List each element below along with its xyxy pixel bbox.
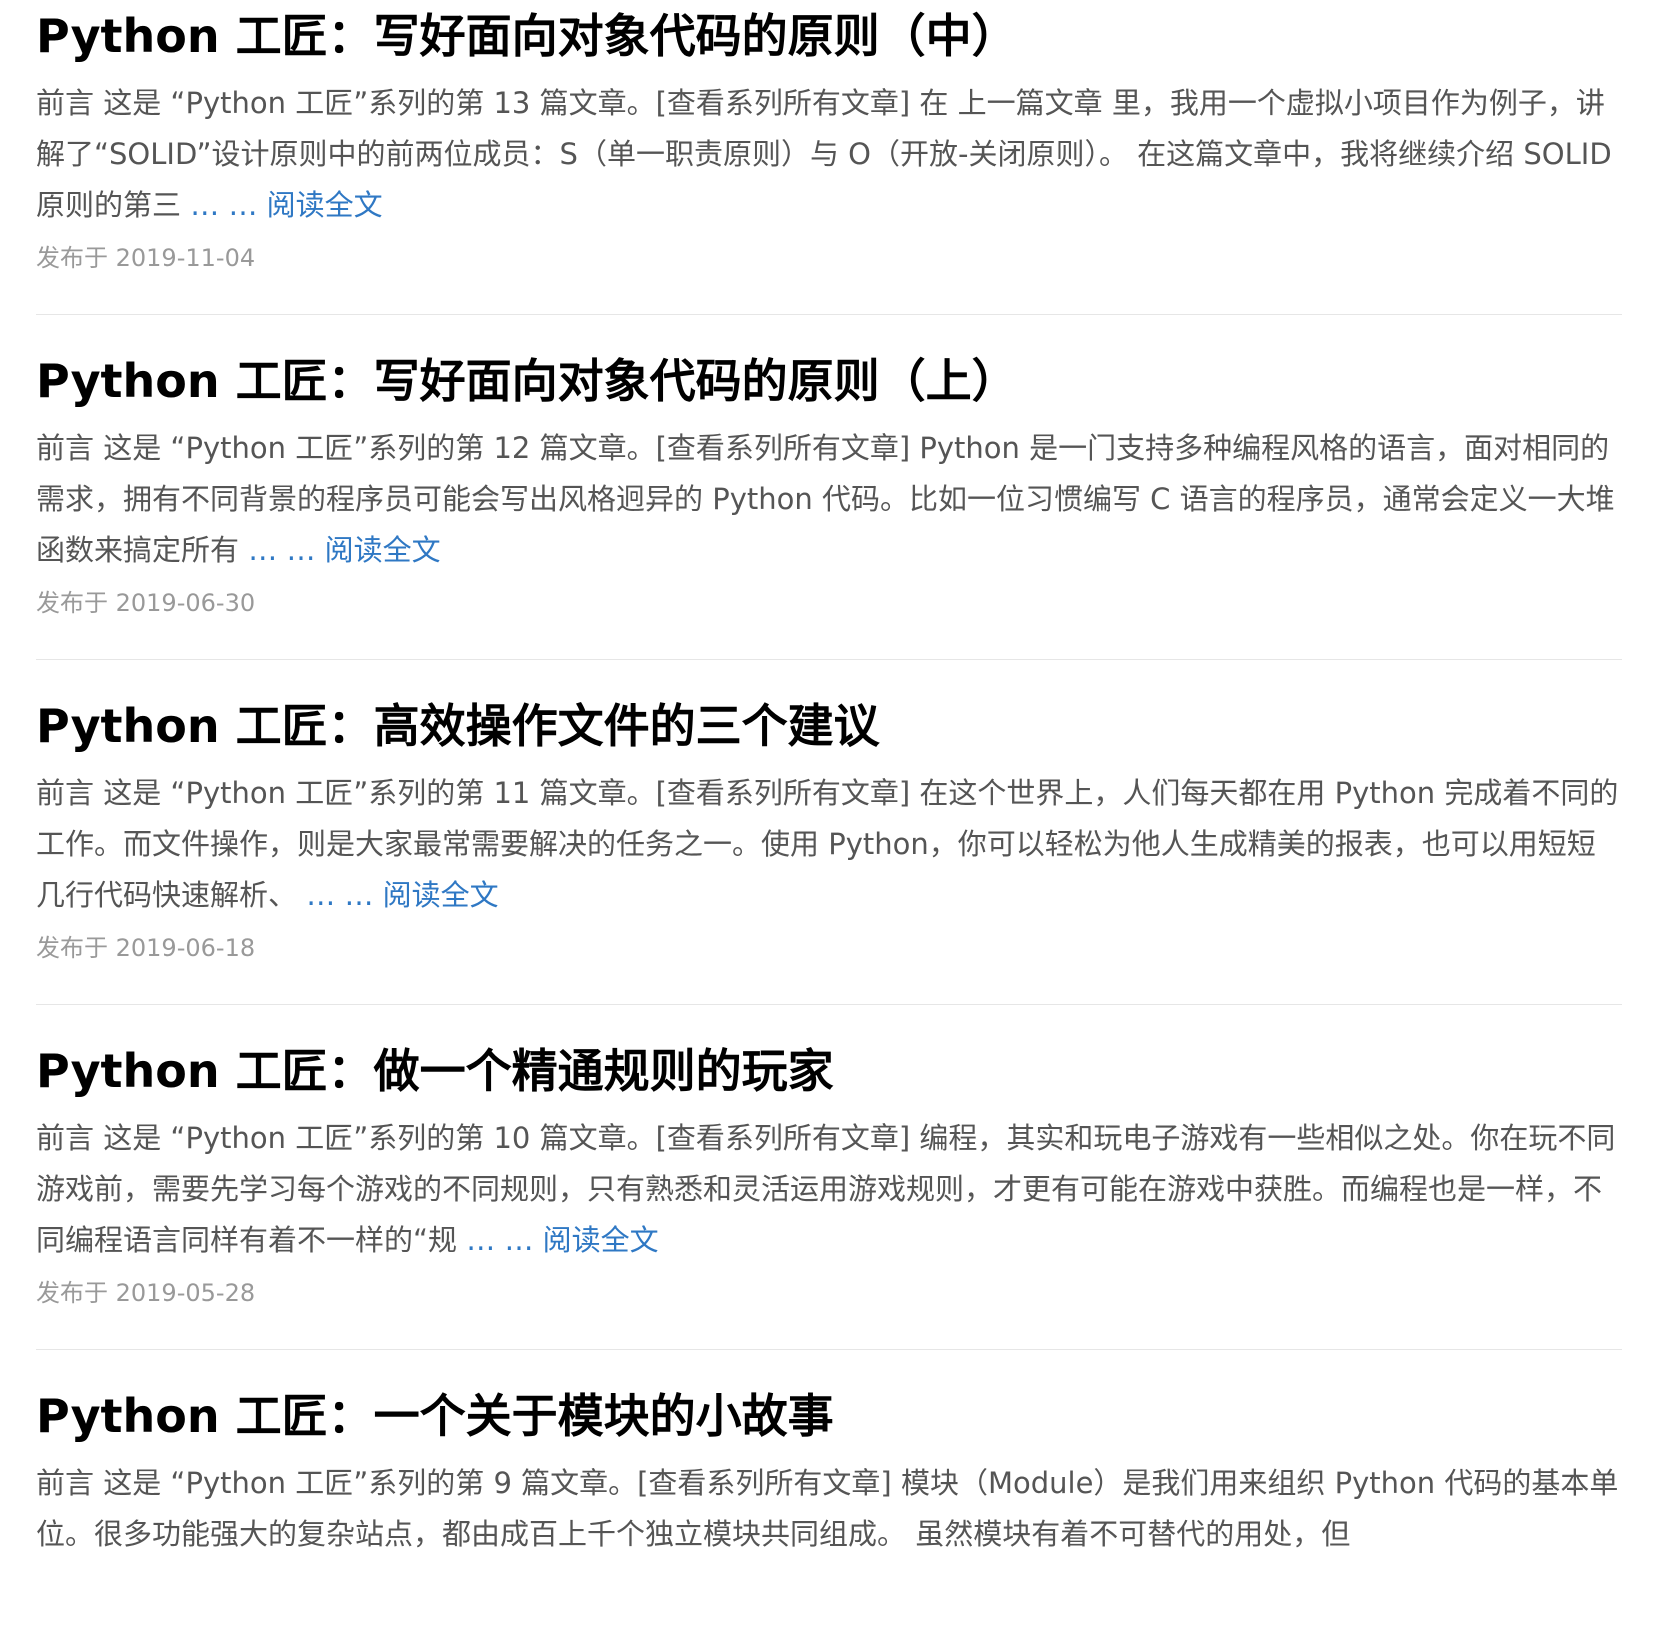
post-title: Python 工匠：写好面向对象代码的原则（上） — [36, 345, 1622, 407]
post-item: Python 工匠：写好面向对象代码的原则（中） 前言 这是 “Python 工… — [36, 0, 1622, 315]
post-list: Python 工匠：写好面向对象代码的原则（中） 前言 这是 “Python 工… — [36, 0, 1622, 1629]
read-more-link[interactable]: … … 阅读全文 — [306, 878, 498, 912]
post-title-link[interactable]: Python 工匠：一个关于模块的小故事 — [36, 1389, 834, 1443]
post-title: Python 工匠：高效操作文件的三个建议 — [36, 690, 1622, 752]
post-item: Python 工匠：高效操作文件的三个建议 前言 这是 “Python 工匠”系… — [36, 690, 1622, 1005]
post-date: 发布于 2019-06-18 — [36, 934, 256, 962]
post-excerpt: 前言 这是 “Python 工匠”系列的第 11 篇文章。[查看系列所有文章] … — [36, 768, 1622, 921]
post-excerpt-text: 前言 这是 “Python 工匠”系列的第 10 篇文章。[查看系列所有文章] … — [36, 1121, 1616, 1257]
post-title-link[interactable]: Python 工匠：高效操作文件的三个建议 — [36, 699, 880, 753]
post-date: 发布于 2019-11-04 — [36, 244, 256, 272]
post-title: Python 工匠：做一个精通规则的玩家 — [36, 1035, 1622, 1097]
post-item: Python 工匠：做一个精通规则的玩家 前言 这是 “Python 工匠”系列… — [36, 1035, 1622, 1350]
read-more-link[interactable]: … … 阅读全文 — [190, 188, 382, 222]
post-date: 发布于 2019-06-30 — [36, 589, 256, 617]
post-excerpt-text: 前言 这是 “Python 工匠”系列的第 11 篇文章。[查看系列所有文章] … — [36, 776, 1619, 912]
post-title-link[interactable]: Python 工匠：做一个精通规则的玩家 — [36, 1044, 834, 1098]
post-title-link[interactable]: Python 工匠：写好面向对象代码的原则（上） — [36, 354, 1018, 408]
post-title: Python 工匠：写好面向对象代码的原则（中） — [36, 0, 1622, 62]
read-more-link[interactable]: … … 阅读全文 — [466, 1223, 658, 1257]
read-more-link[interactable]: … … 阅读全文 — [248, 533, 440, 567]
post-excerpt-text: 前言 这是 “Python 工匠”系列的第 9 篇文章。[查看系列所有文章] 模… — [36, 1466, 1619, 1551]
post-item: Python 工匠：一个关于模块的小故事 前言 这是 “Python 工匠”系列… — [36, 1380, 1622, 1599]
post-excerpt: 前言 这是 “Python 工匠”系列的第 10 篇文章。[查看系列所有文章] … — [36, 1113, 1622, 1266]
post-excerpt: 前言 这是 “Python 工匠”系列的第 13 篇文章。[查看系列所有文章] … — [36, 78, 1622, 231]
post-title-link[interactable]: Python 工匠：写好面向对象代码的原则（中） — [36, 9, 1018, 63]
post-title: Python 工匠：一个关于模块的小故事 — [36, 1380, 1622, 1442]
post-date: 发布于 2019-05-28 — [36, 1279, 256, 1307]
post-excerpt: 前言 这是 “Python 工匠”系列的第 12 篇文章。[查看系列所有文章] … — [36, 423, 1622, 576]
post-excerpt: 前言 这是 “Python 工匠”系列的第 9 篇文章。[查看系列所有文章] 模… — [36, 1458, 1622, 1560]
post-item: Python 工匠：写好面向对象代码的原则（上） 前言 这是 “Python 工… — [36, 345, 1622, 660]
